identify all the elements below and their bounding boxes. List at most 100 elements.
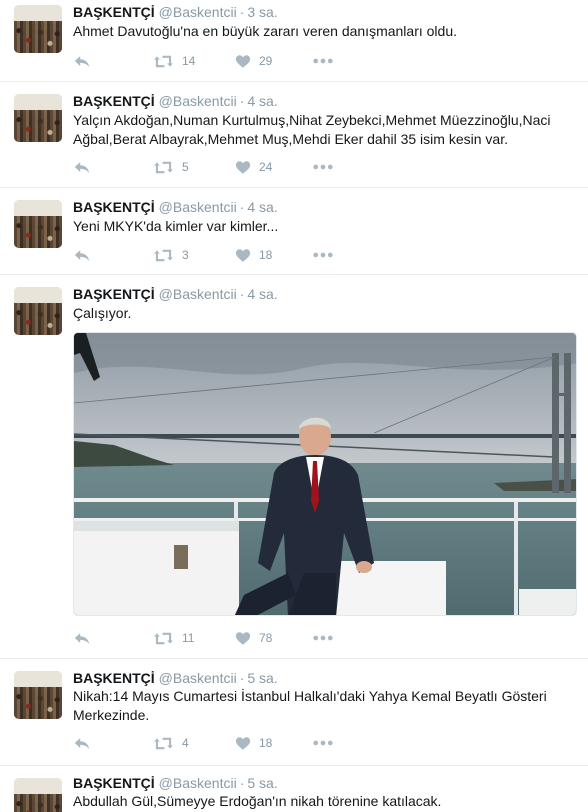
author-name[interactable]: BAŞKENTÇİ xyxy=(73,199,155,215)
separator: · xyxy=(239,286,245,302)
tweet-actions: 4 18 xyxy=(73,733,373,753)
reply-icon xyxy=(73,736,91,751)
timestamp[interactable]: 3 sa. xyxy=(247,4,277,20)
reply-button[interactable] xyxy=(73,245,91,265)
reply-button[interactable] xyxy=(73,733,91,753)
retweet-button[interactable]: 14 xyxy=(153,51,195,71)
heart-icon xyxy=(235,631,251,646)
tweet[interactable]: BAŞKENTÇİ@Baskentcii·4 sa. Çalışıyor. xyxy=(0,275,588,659)
tweet-actions: 11 78 xyxy=(73,628,373,648)
reply-icon xyxy=(73,54,91,69)
avatar[interactable] xyxy=(14,778,62,812)
tweet-text: Yeni MKYK'da kimler var kimler... xyxy=(73,218,279,234)
author-name[interactable]: BAŞKENTÇİ xyxy=(73,286,155,302)
author-handle[interactable]: @Baskentcii xyxy=(159,4,237,20)
separator: · xyxy=(239,775,245,791)
retweet-icon xyxy=(153,248,174,263)
author-name[interactable]: BAŞKENTÇİ xyxy=(73,670,155,686)
like-button[interactable]: 24 xyxy=(235,157,272,177)
tweet-text: Çalışıyor. xyxy=(73,305,132,321)
author-name[interactable]: BAŞKENTÇİ xyxy=(73,775,155,791)
photo-man-on-boat-bosphorus-bridge xyxy=(74,333,576,615)
avatar[interactable] xyxy=(14,671,62,719)
tweet-photo[interactable] xyxy=(73,332,577,616)
retweet-button[interactable]: 4 xyxy=(153,733,189,753)
retweet-icon xyxy=(153,736,174,751)
tweet-text: Abdullah Gül,Sümeyye Erdoğan'ın nikah tö… xyxy=(73,793,442,809)
reply-button[interactable] xyxy=(73,628,91,648)
author-handle[interactable]: @Baskentcii xyxy=(159,286,237,302)
heart-icon xyxy=(235,248,251,263)
tweet-header: BAŞKENTÇİ @Baskentcii · 4 sa. xyxy=(73,197,278,217)
timestamp[interactable]: 5 sa. xyxy=(247,670,277,686)
tweet[interactable]: BAŞKENTÇİ @Baskentcii · 5 sa. Abdullah Gül,… xyxy=(0,766,588,812)
tweet-header: BAŞKENTÇİ @Baskentcii · 3 sa. xyxy=(73,2,278,22)
heart-icon xyxy=(235,736,251,751)
separator: · xyxy=(239,199,245,215)
reply-icon xyxy=(73,160,91,175)
tweet-header: BAŞKENTÇİ @Baskentcii · 4 sa. xyxy=(73,284,278,304)
more-icon xyxy=(313,58,333,64)
like-count: 78 xyxy=(259,631,273,645)
tweet-header: BAŞKENTÇİ @Baskentcii · 5 sa. xyxy=(73,773,278,793)
tweet[interactable]: BAŞKENTÇİ @Baskentcii · 4 sa. Yeni MKYK'da … xyxy=(0,188,588,275)
reply-icon xyxy=(73,631,91,646)
retweet-count: 11 xyxy=(182,631,195,645)
avatar[interactable] xyxy=(14,94,62,142)
retweet-icon xyxy=(153,160,174,175)
more-icon xyxy=(313,740,333,746)
tweet[interactable]: BAŞKENTÇİ @Baskentcii · 3 sa. Ahmet Davutoğ… xyxy=(0,0,588,82)
author-handle[interactable]: @Baskentcii xyxy=(159,670,237,686)
retweet-button[interactable]: 11 xyxy=(153,628,194,648)
reply-button[interactable] xyxy=(73,51,91,71)
retweet-count: 5 xyxy=(182,160,189,174)
avatar[interactable] xyxy=(14,200,62,248)
like-count: 18 xyxy=(259,736,273,750)
tweet-actions: 5 24 xyxy=(73,157,373,177)
author-handle[interactable]: @Baskentcii xyxy=(159,93,237,109)
tweet-text: Yalçın Akdoğan,Numan Kurtulmuş,Nihat Zey… xyxy=(73,112,551,147)
retweet-count: 3 xyxy=(182,248,189,262)
like-count: 29 xyxy=(259,54,273,68)
reply-icon xyxy=(73,248,91,263)
retweet-count: 14 xyxy=(182,54,196,68)
author-name[interactable]: BAŞKENTÇİ xyxy=(73,93,155,109)
more-button[interactable] xyxy=(313,51,333,71)
tweet-header: BAŞKENTÇİ @Baskentcii · 4 sa. xyxy=(73,91,278,111)
tweet-actions: 14 29 xyxy=(73,51,373,71)
reply-button[interactable] xyxy=(73,157,91,177)
retweet-button[interactable]: 5 xyxy=(153,157,189,177)
like-button[interactable]: 18 xyxy=(235,733,272,753)
timestamp[interactable]: 4 sa. xyxy=(247,286,277,302)
tweet[interactable]: BAŞKENTÇİ @Baskentcii · 4 sa. Yalçın Akdoğa… xyxy=(0,82,588,188)
tweet[interactable]: BAŞKENTÇİ @Baskentcii · 5 sa. Nikah:14 Mayı… xyxy=(0,659,588,766)
avatar[interactable] xyxy=(14,287,62,335)
like-count: 24 xyxy=(259,160,273,174)
like-button[interactable]: 29 xyxy=(235,51,272,71)
tweet-text: Ahmet Davutoğlu'na en büyük zararı veren… xyxy=(73,23,458,39)
author-handle[interactable]: @Baskentcii xyxy=(159,199,237,215)
like-button[interactable]: 78 xyxy=(235,628,272,648)
tweet-header: BAŞKENTÇİ @Baskentcii · 5 sa. xyxy=(73,668,278,688)
more-icon xyxy=(313,635,333,641)
timestamp[interactable]: 5 sa. xyxy=(247,775,277,791)
author-handle[interactable]: @Baskentcii xyxy=(159,775,237,791)
more-button[interactable] xyxy=(313,733,333,753)
heart-icon xyxy=(235,160,251,175)
separator: · xyxy=(239,670,245,686)
heart-icon xyxy=(235,54,251,69)
avatar[interactable] xyxy=(14,5,62,53)
retweet-button[interactable]: 3 xyxy=(153,245,189,265)
tweet-actions: 3 18 xyxy=(73,245,373,265)
like-count: 18 xyxy=(259,248,273,262)
author-name[interactable]: BAŞKENTÇİ xyxy=(73,4,155,20)
timestamp[interactable]: 4 sa. xyxy=(247,199,277,215)
more-button[interactable] xyxy=(313,157,333,177)
like-button[interactable]: 18 xyxy=(235,245,272,265)
more-button[interactable] xyxy=(313,628,333,648)
more-icon xyxy=(313,164,333,170)
timestamp[interactable]: 4 sa. xyxy=(247,93,277,109)
tweet-text: Nikah:14 Mayıs Cumartesi İstanbul Halkal… xyxy=(73,688,547,723)
retweet-icon xyxy=(153,631,174,646)
more-button[interactable] xyxy=(313,245,333,265)
